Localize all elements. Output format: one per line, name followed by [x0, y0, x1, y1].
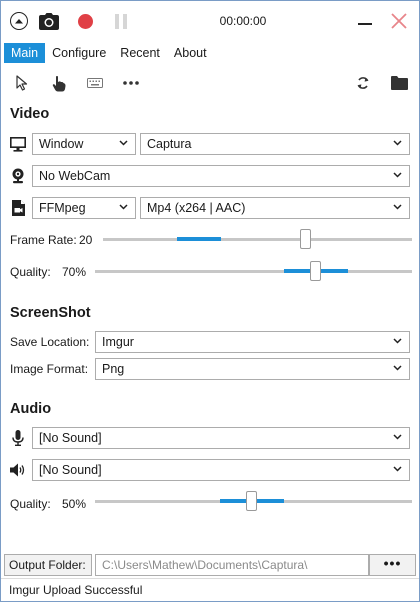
image-format-value: Png: [102, 362, 125, 376]
cursor-icon: [16, 75, 28, 91]
audio-quality-slider-thumb[interactable]: [246, 491, 257, 511]
chevron-down-icon: [393, 466, 402, 472]
chevron-down-icon: [393, 204, 402, 210]
minimize-icon: [358, 23, 372, 25]
hand-icon: [52, 75, 66, 91]
video-encoder-value: FFMpeg: [39, 201, 86, 215]
audio-quality-value: 50%: [62, 497, 87, 511]
open-output-folder-button[interactable]: [389, 74, 409, 92]
screenshot-button[interactable]: [37, 9, 61, 33]
output-folder-path[interactable]: C:\Users\Mathew\Documents\Captura\: [95, 554, 369, 576]
more-options-button[interactable]: [121, 74, 141, 92]
audio-section-title: Audio: [10, 401, 52, 417]
pause-button[interactable]: [109, 9, 133, 33]
output-folder-label: Output Folder:: [4, 554, 92, 576]
close-button[interactable]: [387, 9, 411, 33]
slider-track: [95, 270, 412, 273]
chevron-down-icon: [393, 140, 402, 146]
record-button[interactable]: [73, 9, 97, 33]
chevron-down-icon: [393, 338, 402, 344]
video-quality-slider[interactable]: [95, 261, 412, 281]
video-quality-value: 70%: [62, 265, 87, 279]
tab-configure[interactable]: Configure: [45, 43, 113, 63]
tab-about[interactable]: About: [167, 43, 214, 63]
title-bar: 00:00:00: [1, 1, 419, 41]
webcam-select[interactable]: No WebCam: [32, 165, 410, 187]
cursor-toggle[interactable]: [12, 74, 32, 92]
recording-timer: 00:00:00: [219, 14, 267, 28]
webcam-icon: [10, 168, 26, 184]
slider-tick-highlight: [177, 237, 221, 241]
video-section-title: Video: [10, 106, 50, 122]
audio-quality-label: Quality:: [10, 497, 51, 511]
image-format-select[interactable]: Png: [95, 358, 410, 380]
collapse-button[interactable]: [7, 9, 31, 33]
speaker-icon: [10, 462, 26, 478]
audio-quality-slider[interactable]: [95, 491, 412, 511]
folder-icon: [390, 76, 408, 90]
video-encoder-select[interactable]: FFMpeg: [32, 197, 136, 219]
microphone-value: [No Sound]: [39, 431, 102, 445]
video-format-value: Mp4 (x264 | AAC): [147, 201, 246, 215]
screenshot-section-title: ScreenShot: [10, 305, 91, 321]
minimize-button[interactable]: [353, 9, 377, 33]
chevron-down-icon: [119, 204, 128, 210]
speaker-select[interactable]: [No Sound]: [32, 459, 410, 481]
frame-rate-label: Frame Rate:: [10, 233, 77, 247]
frame-rate-slider-thumb[interactable]: [300, 229, 311, 249]
video-quality-slider-thumb[interactable]: [310, 261, 321, 281]
collapse-icon: [10, 12, 28, 30]
video-quality-label: Quality:: [10, 265, 51, 279]
video-format-select[interactable]: Mp4 (x264 | AAC): [140, 197, 410, 219]
microphone-icon: [10, 430, 26, 446]
speaker-value: [No Sound]: [39, 463, 102, 477]
pause-icon: [115, 13, 127, 29]
frame-rate-value: 20: [79, 233, 93, 247]
browse-output-folder-button[interactable]: •••: [369, 554, 416, 576]
refresh-icon: [357, 77, 369, 89]
status-bar: Imgur Upload Successful: [1, 578, 419, 602]
frame-rate-slider[interactable]: [103, 229, 412, 249]
video-source-type-select[interactable]: Window: [32, 133, 136, 155]
status-text: Imgur Upload Successful: [9, 583, 143, 597]
chevron-down-icon: [119, 140, 128, 146]
video-file-icon: [10, 200, 26, 216]
menu-tabs: Main Configure Recent About: [4, 43, 214, 63]
mouse-clicks-toggle[interactable]: [49, 74, 69, 92]
video-source-type-value: Window: [39, 137, 84, 151]
camera-icon: [39, 12, 59, 30]
chevron-down-icon: [393, 434, 402, 440]
video-source-value: Captura: [147, 137, 192, 151]
video-source-select[interactable]: Captura: [140, 133, 410, 155]
more-icon: [123, 81, 139, 85]
save-location-label: Save Location:: [10, 335, 90, 349]
save-location-select[interactable]: Imgur: [95, 331, 410, 353]
keyboard-icon: [87, 78, 103, 88]
keystrokes-toggle[interactable]: [85, 74, 105, 92]
save-location-value: Imgur: [102, 335, 134, 349]
tab-main[interactable]: Main: [4, 43, 46, 63]
slider-track: [103, 238, 412, 241]
webcam-value: No WebCam: [39, 169, 111, 183]
tab-recent[interactable]: Recent: [113, 43, 167, 63]
record-icon: [77, 13, 93, 29]
monitor-icon: [10, 136, 26, 152]
close-icon: [391, 13, 407, 29]
chevron-down-icon: [393, 172, 402, 178]
microphone-select[interactable]: [No Sound]: [32, 427, 410, 449]
chevron-down-icon: [393, 365, 402, 371]
image-format-label: Image Format:: [10, 362, 89, 376]
captura-window: 00:00:00 Main Configure Recent About Vid…: [0, 0, 420, 602]
refresh-button[interactable]: [353, 74, 373, 92]
